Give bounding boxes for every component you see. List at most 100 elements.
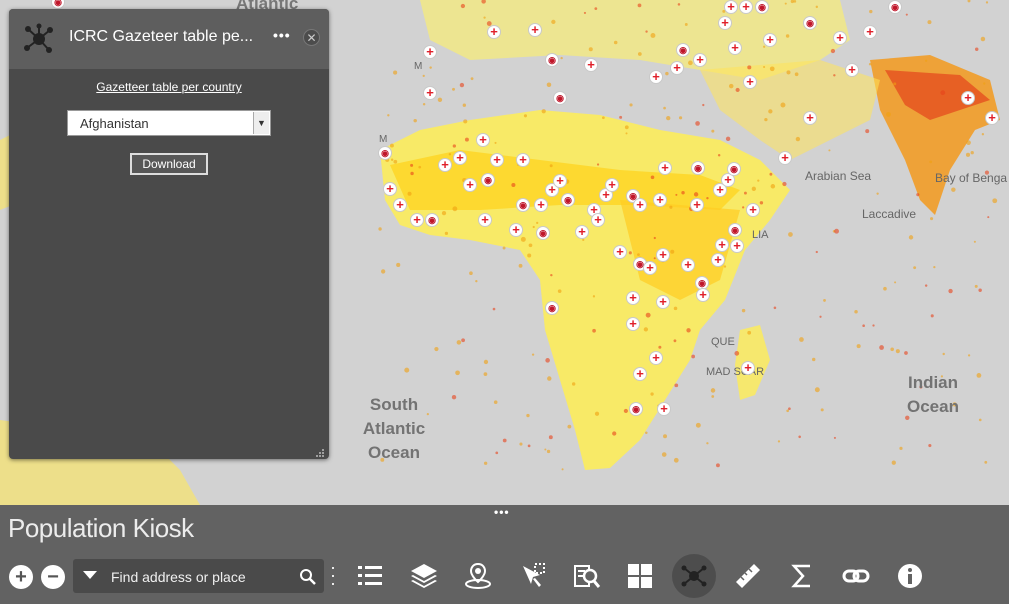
gazetteer-link[interactable]: Gazetteer table per country <box>9 80 329 94</box>
search-input[interactable] <box>109 565 293 589</box>
red-cross-marker-icon[interactable]: + <box>718 16 732 30</box>
sum-icon[interactable] <box>786 560 818 592</box>
location-pin-icon[interactable] <box>462 560 494 592</box>
red-cross-marker-icon[interactable]: + <box>528 23 542 37</box>
red-cross-marker-icon[interactable]: + <box>423 86 437 100</box>
red-cross-marker-icon[interactable]: + <box>741 361 755 375</box>
select-cursor-icon[interactable] <box>517 560 549 592</box>
red-cross-marker-icon[interactable]: + <box>681 258 695 272</box>
red-cross-marker-icon[interactable]: + <box>591 213 605 227</box>
red-cross-marker-icon[interactable]: + <box>575 225 589 239</box>
ruler-icon[interactable] <box>732 560 764 592</box>
country-select[interactable]: Afghanistan ▼ <box>67 110 271 136</box>
red-cross-marker-icon[interactable]: ◉ <box>425 213 439 227</box>
red-cross-marker-icon[interactable]: + <box>656 295 670 309</box>
vertical-more-icon[interactable]: · · · <box>330 558 336 592</box>
red-cross-marker-icon[interactable]: + <box>649 70 663 84</box>
red-cross-marker-icon[interactable]: + <box>803 111 817 125</box>
red-cross-marker-icon[interactable]: + <box>487 25 501 39</box>
panel-header[interactable]: ICRC Gazeteer table pe... ••• ✕ <box>9 9 329 69</box>
red-cross-marker-icon[interactable]: + <box>478 213 492 227</box>
red-cross-marker-icon[interactable]: + <box>711 253 725 267</box>
red-cross-marker-icon[interactable]: ◉ <box>755 0 769 14</box>
red-cross-marker-icon[interactable]: + <box>453 151 467 165</box>
red-cross-marker-icon[interactable]: + <box>657 402 671 416</box>
red-cross-marker-icon[interactable]: + <box>778 151 792 165</box>
red-cross-marker-icon[interactable]: + <box>739 0 753 14</box>
close-circle-icon[interactable]: ✕ <box>303 29 320 46</box>
red-cross-marker-icon[interactable]: + <box>410 213 424 227</box>
network-hub-icon[interactable] <box>678 560 710 592</box>
red-cross-marker-icon[interactable]: + <box>693 53 707 67</box>
red-cross-marker-icon[interactable]: + <box>961 91 975 105</box>
red-cross-marker-icon[interactable]: + <box>476 133 490 147</box>
red-cross-marker-icon[interactable]: + <box>863 25 877 39</box>
red-cross-marker-icon[interactable]: + <box>690 198 704 212</box>
red-cross-marker-icon[interactable]: + <box>553 174 567 188</box>
zoom-in-button[interactable]: + <box>9 565 33 589</box>
red-cross-marker-icon[interactable]: + <box>393 198 407 212</box>
red-cross-marker-icon[interactable]: + <box>584 58 598 72</box>
red-cross-marker-icon[interactable]: + <box>613 245 627 259</box>
red-cross-marker-icon[interactable]: + <box>438 158 452 172</box>
red-cross-marker-icon[interactable]: + <box>985 111 999 125</box>
red-cross-marker-icon[interactable]: ◉ <box>561 193 575 207</box>
red-cross-marker-icon[interactable]: + <box>649 351 663 365</box>
red-cross-marker-icon[interactable]: + <box>833 31 847 45</box>
red-cross-marker-icon[interactable]: + <box>845 63 859 77</box>
red-cross-marker-icon[interactable]: + <box>626 291 640 305</box>
search-icon[interactable] <box>299 568 317 591</box>
red-cross-marker-icon[interactable]: ◉ <box>545 53 559 67</box>
drag-grip-icon[interactable]: ••• <box>494 505 510 519</box>
red-cross-marker-icon[interactable]: + <box>715 238 729 252</box>
red-cross-marker-icon[interactable]: + <box>633 367 647 381</box>
caret-down-icon[interactable] <box>83 571 97 579</box>
red-cross-marker-icon[interactable]: ◉ <box>728 223 742 237</box>
red-cross-marker-icon[interactable]: + <box>633 198 647 212</box>
red-cross-marker-icon[interactable]: + <box>670 61 684 75</box>
red-cross-marker-icon[interactable]: + <box>743 75 757 89</box>
red-cross-marker-icon[interactable]: ◉ <box>536 226 550 240</box>
grid-widget-icon[interactable] <box>624 560 656 592</box>
red-cross-marker-icon[interactable]: ◉ <box>516 198 530 212</box>
red-cross-marker-icon[interactable]: + <box>463 178 477 192</box>
red-cross-marker-icon[interactable]: + <box>643 261 657 275</box>
red-cross-marker-icon[interactable]: ◉ <box>803 16 817 30</box>
red-cross-marker-icon[interactable]: ◉ <box>481 173 495 187</box>
layers-icon[interactable] <box>408 560 440 592</box>
resize-handle-icon[interactable] <box>315 445 325 457</box>
red-cross-marker-icon[interactable]: ◉ <box>553 91 567 105</box>
link-icon[interactable] <box>840 560 872 592</box>
red-cross-marker-icon[interactable]: + <box>605 178 619 192</box>
red-cross-marker-icon[interactable]: + <box>383 182 397 196</box>
red-cross-marker-icon[interactable]: + <box>626 317 640 331</box>
red-cross-marker-icon[interactable]: ◉ <box>629 402 643 416</box>
red-cross-marker-icon[interactable]: + <box>516 153 530 167</box>
red-cross-marker-icon[interactable]: + <box>534 198 548 212</box>
more-dots-icon[interactable]: ••• <box>273 27 291 43</box>
red-cross-marker-icon[interactable]: ◉ <box>888 0 902 14</box>
chevron-down-icon[interactable]: ▼ <box>253 112 269 134</box>
red-cross-marker-icon[interactable]: + <box>728 41 742 55</box>
red-cross-marker-icon[interactable]: ◉ <box>378 146 392 160</box>
red-cross-marker-icon[interactable]: + <box>730 239 744 253</box>
red-cross-marker-icon[interactable]: ◉ <box>691 161 705 175</box>
red-cross-marker-icon[interactable]: + <box>746 203 760 217</box>
red-cross-marker-icon[interactable]: + <box>724 0 738 14</box>
legend-list-icon[interactable] <box>355 560 387 592</box>
zoom-out-button[interactable]: − <box>41 565 65 589</box>
query-search-icon[interactable] <box>571 560 603 592</box>
red-cross-marker-icon[interactable]: ◉ <box>545 301 559 315</box>
red-cross-marker-icon[interactable]: + <box>509 223 523 237</box>
info-icon[interactable] <box>894 560 926 592</box>
red-cross-marker-icon[interactable]: + <box>423 45 437 59</box>
download-button[interactable]: Download <box>130 153 208 175</box>
red-cross-marker-icon[interactable]: + <box>763 33 777 47</box>
red-cross-marker-icon[interactable]: + <box>656 248 670 262</box>
red-cross-marker-icon[interactable]: ◉ <box>676 43 690 57</box>
red-cross-marker-icon[interactable]: ◉ <box>727 162 741 176</box>
red-cross-marker-icon[interactable]: + <box>658 161 672 175</box>
red-cross-marker-icon[interactable]: + <box>653 193 667 207</box>
red-cross-marker-icon[interactable]: + <box>490 153 504 167</box>
red-cross-marker-icon[interactable]: + <box>696 288 710 302</box>
